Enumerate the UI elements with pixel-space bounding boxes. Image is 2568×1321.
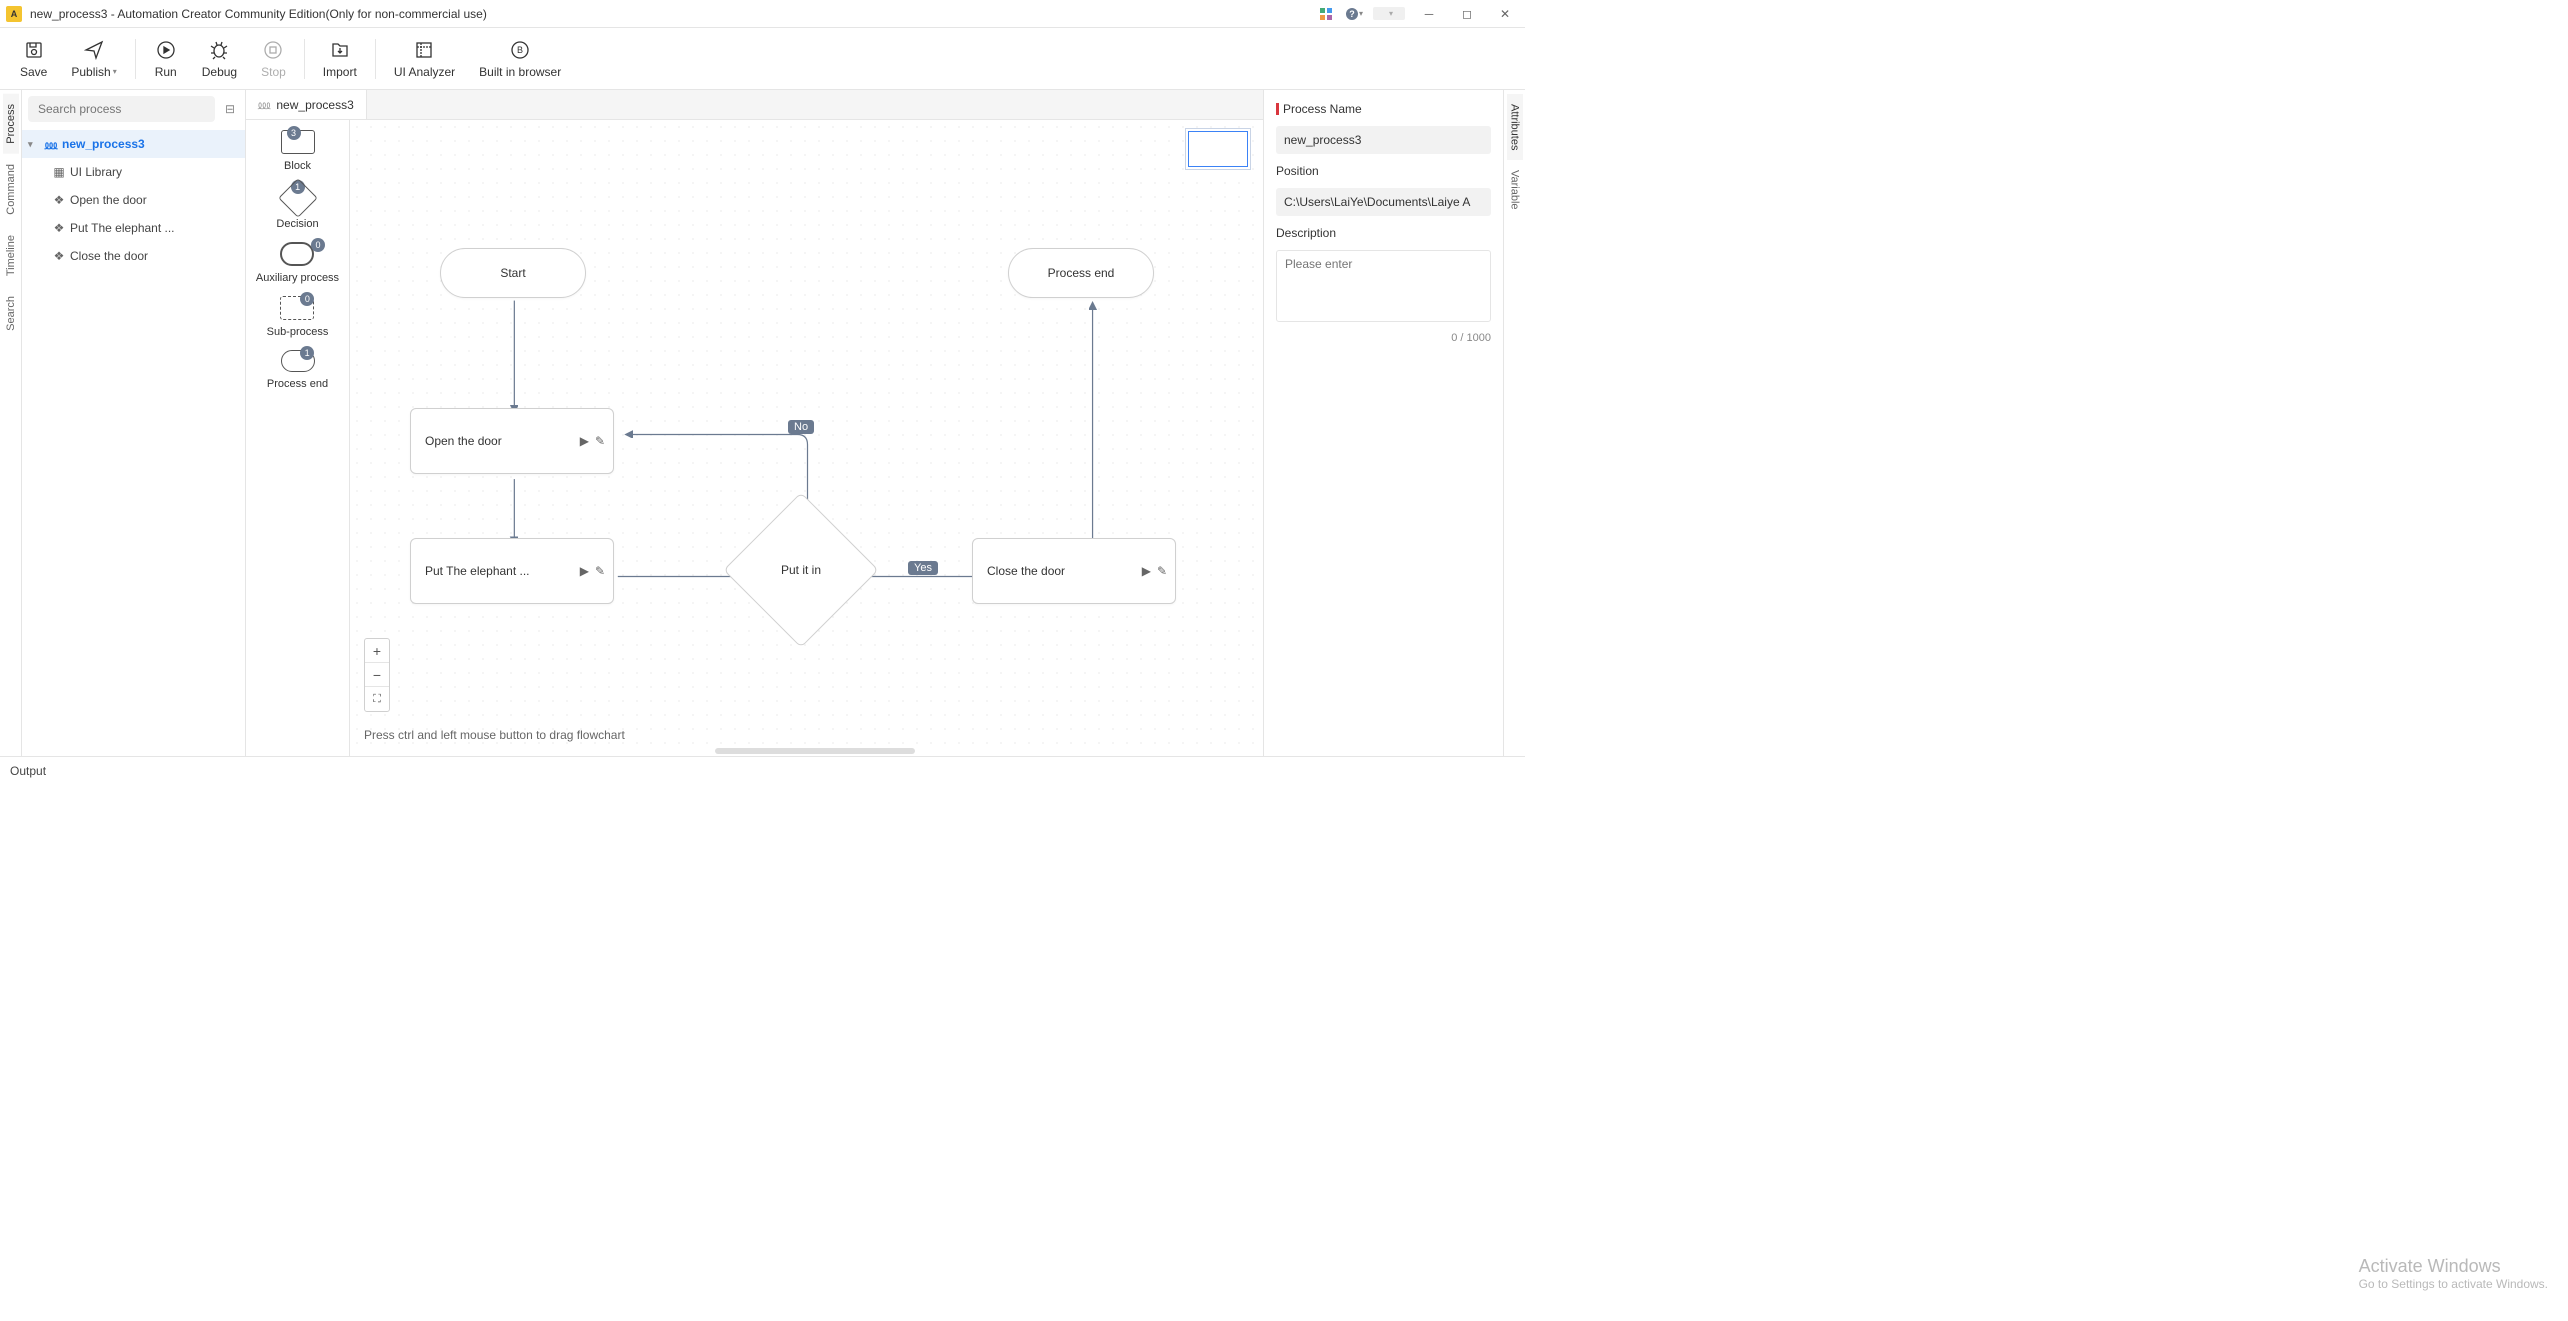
edge-yes-label: Yes — [908, 561, 938, 575]
horizontal-scrollbar[interactable] — [715, 748, 915, 754]
separator — [135, 39, 136, 79]
edit-icon[interactable]: ✎ — [595, 434, 605, 448]
toolbar: Save Publish▾ Run Debug Stop Import UI A… — [0, 28, 1525, 90]
zoom-out-button[interactable]: − — [365, 663, 389, 687]
play-icon[interactable]: ▶ — [580, 564, 589, 578]
play-icon[interactable]: ▶ — [1142, 564, 1151, 578]
process-name-label: Process Name — [1276, 102, 1491, 116]
palette-block[interactable]: 3 Block — [281, 130, 315, 172]
browser-icon: B — [509, 39, 531, 61]
save-button[interactable]: Save — [8, 35, 59, 83]
maximize-button[interactable]: ◻ — [1453, 4, 1481, 24]
separator — [375, 39, 376, 79]
import-button[interactable]: Import — [311, 35, 369, 83]
process-tree-panel: ⊟ ▾ ⅏ new_process3 ▦ UI Library ❖ Open t… — [22, 90, 246, 756]
vtab-process[interactable]: Process — [3, 94, 19, 154]
publish-button[interactable]: Publish▾ — [59, 35, 128, 83]
vtab-command[interactable]: Command — [3, 154, 19, 225]
svg-text:B: B — [517, 45, 523, 55]
right-vertical-tabs: Attributes Variable — [1503, 90, 1525, 756]
minimize-button[interactable]: ─ — [1415, 4, 1443, 24]
search-process-input[interactable] — [28, 96, 215, 122]
stop-button: Stop — [249, 35, 298, 83]
output-label[interactable]: Output — [10, 764, 46, 778]
collapse-tree-icon[interactable]: ⊟ — [221, 102, 239, 116]
statusbar: Output — [0, 756, 1525, 784]
center-area: ⅏ new_process3 3 Block 1 Decision 0 — [246, 90, 1263, 756]
vtab-variable[interactable]: Variable — [1507, 160, 1523, 220]
vtab-search[interactable]: Search — [3, 286, 19, 341]
windows-watermark: Activate Windows Go to Settings to activ… — [2359, 1256, 2548, 1291]
separator — [304, 39, 305, 79]
canvas-hint: Press ctrl and left mouse button to drag… — [364, 728, 625, 742]
position-input[interactable] — [1276, 188, 1491, 216]
library-icon: ▦ — [52, 165, 66, 179]
debug-icon — [208, 39, 230, 61]
node-decision[interactable]: Put it in — [746, 515, 856, 625]
node-palette: 3 Block 1 Decision 0 Auxiliary process 0 — [246, 120, 350, 756]
tree-item-open-door[interactable]: ❖ Open the door — [46, 186, 245, 214]
user-menu[interactable]: ▾ — [1373, 7, 1405, 20]
zoom-controls: + − ⛶ — [364, 638, 390, 712]
position-label: Position — [1276, 164, 1491, 178]
left-vertical-tabs: Process Command Timeline Search — [0, 90, 22, 756]
edit-icon[interactable]: ✎ — [1157, 564, 1167, 578]
palette-sub[interactable]: 0 Sub-process — [267, 296, 329, 338]
vtab-timeline[interactable]: Timeline — [3, 225, 19, 286]
node-start[interactable]: Start — [440, 248, 586, 298]
palette-decision[interactable]: 1 Decision — [276, 184, 318, 230]
chevron-down-icon: ▾ — [28, 139, 40, 150]
app-icon: A — [6, 6, 22, 22]
stack-icon: ❖ — [52, 249, 66, 263]
properties-panel: Process Name Position Description 0 / 10… — [1263, 90, 1503, 756]
stack-icon: ❖ — [52, 221, 66, 235]
aux-shape-icon — [280, 242, 314, 266]
palette-aux[interactable]: 0 Auxiliary process — [256, 242, 339, 284]
char-count: 0 / 1000 — [1276, 332, 1491, 344]
close-button[interactable]: ✕ — [1491, 4, 1519, 24]
description-textarea[interactable] — [1276, 250, 1491, 322]
window-title: new_process3 - Automation Creator Commun… — [30, 7, 1317, 21]
apps-icon[interactable] — [1317, 5, 1335, 23]
import-icon — [329, 39, 351, 61]
tab-new-process3[interactable]: ⅏ new_process3 — [246, 90, 367, 119]
tree-item-put-elephant[interactable]: ❖ Put The elephant ... — [46, 214, 245, 242]
run-button[interactable]: Run — [142, 35, 190, 83]
tree-item-close-door[interactable]: ❖ Close the door — [46, 242, 245, 270]
debug-button[interactable]: Debug — [190, 35, 249, 83]
browser-button[interactable]: B Built in browser — [467, 35, 573, 83]
tree-item-ui-library[interactable]: ▦ UI Library — [46, 158, 245, 186]
svg-text:?: ? — [1349, 8, 1354, 18]
flow-icon: ⅏ — [258, 96, 270, 113]
titlebar: A new_process3 - Automation Creator Comm… — [0, 0, 1525, 28]
description-label: Description — [1276, 226, 1491, 240]
palette-end[interactable]: 1 Process end — [267, 350, 328, 390]
run-icon — [155, 39, 177, 61]
flow-canvas[interactable]: Start Open the door ▶✎ Put The elephant … — [350, 120, 1263, 756]
stack-icon: ❖ — [52, 193, 66, 207]
edge-no-label: No — [788, 420, 814, 434]
zoom-in-button[interactable]: + — [365, 639, 389, 663]
zoom-fit-button[interactable]: ⛶ — [365, 687, 389, 711]
ui-analyzer-button[interactable]: UI Analyzer — [382, 35, 467, 83]
save-icon — [23, 39, 45, 61]
edit-icon[interactable]: ✎ — [595, 564, 605, 578]
node-end[interactable]: Process end — [1008, 248, 1154, 298]
decision-shape-icon — [278, 178, 318, 218]
publish-icon — [83, 39, 105, 61]
ui-analyzer-icon — [413, 39, 435, 61]
play-icon[interactable]: ▶ — [580, 434, 589, 448]
vtab-attributes[interactable]: Attributes — [1507, 94, 1523, 160]
process-name-input[interactable] — [1276, 126, 1491, 154]
node-put-elephant[interactable]: Put The elephant ... ▶✎ — [410, 538, 614, 604]
tree-root[interactable]: ▾ ⅏ new_process3 — [22, 130, 245, 158]
minimap[interactable] — [1185, 128, 1251, 170]
node-close-door[interactable]: Close the door ▶✎ — [972, 538, 1176, 604]
help-icon[interactable]: ?▾ — [1345, 5, 1363, 23]
tabstrip: ⅏ new_process3 — [246, 90, 1263, 120]
node-open-door[interactable]: Open the door ▶✎ — [410, 408, 614, 474]
flow-icon: ⅏ — [44, 136, 58, 153]
stop-icon — [262, 39, 284, 61]
